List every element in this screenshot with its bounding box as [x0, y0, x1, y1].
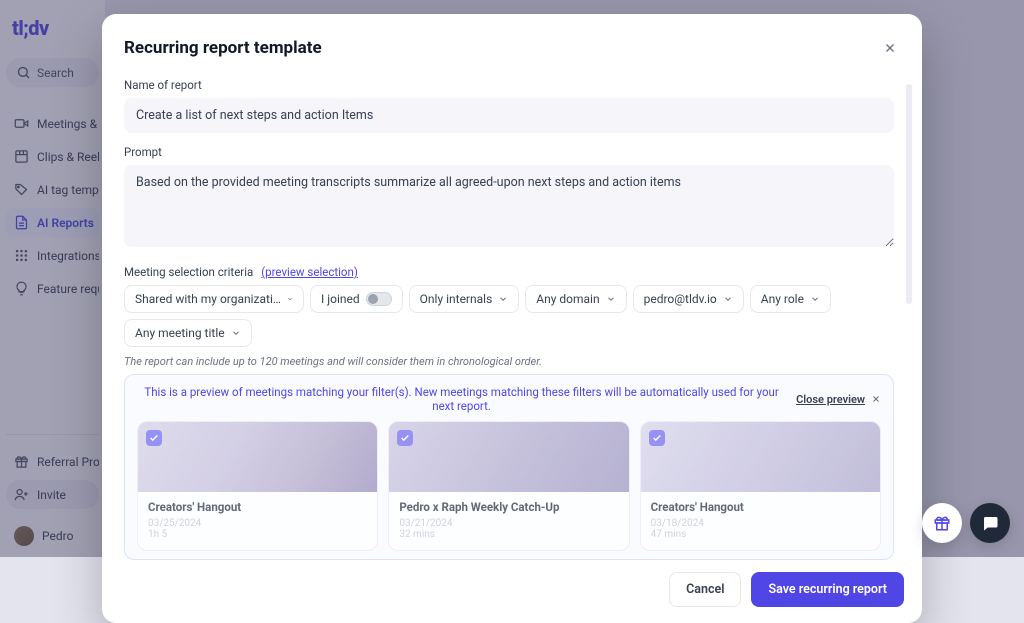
chip-label: pedro@tldv.io [644, 292, 717, 306]
prompt-label: Prompt [124, 145, 894, 159]
banner-text: This is a preview of meetings matching y… [137, 385, 786, 413]
criteria-role[interactable]: Any role [750, 285, 831, 313]
gift-icon [933, 514, 951, 532]
chip-label: Only internals [420, 292, 493, 306]
criteria-sharing[interactable]: Shared with my organizati… [124, 285, 304, 313]
meeting-duration: 32 mins [399, 529, 618, 540]
chevron-down-icon [287, 294, 293, 304]
chevron-down-icon [498, 294, 508, 304]
meeting-thumbnail [138, 422, 377, 492]
chat-fab[interactable] [970, 503, 1010, 543]
meeting-duration: 1h 5 [148, 529, 367, 540]
criteria-helper: The report can include up to 120 meeting… [124, 355, 894, 368]
meeting-card[interactable]: Pedro x Raph Weekly Catch-Up 03/21/2024 … [388, 421, 629, 551]
chip-label: Any domain [536, 292, 599, 306]
criteria-email[interactable]: pedro@tldv.io [633, 285, 744, 313]
chip-label: Any meeting title [135, 326, 225, 340]
criteria-internal[interactable]: Only internals [409, 285, 520, 313]
selected-check[interactable] [397, 430, 413, 446]
meeting-thumbnail [641, 422, 880, 492]
joined-toggle[interactable] [366, 292, 392, 306]
preview-banner: This is a preview of meetings matching y… [124, 374, 894, 560]
referral-fab[interactable] [922, 503, 962, 543]
modal-overlay: Recurring report template Name of report… [0, 0, 1024, 557]
criteria-row: Shared with my organizati… I joined Only… [124, 285, 894, 347]
chip-label: I joined [321, 292, 360, 306]
meeting-title: Creators' Hangout [148, 500, 367, 514]
criteria-domain[interactable]: Any domain [525, 285, 626, 313]
check-icon [652, 433, 662, 443]
chevron-down-icon [606, 294, 616, 304]
report-name-input[interactable] [124, 98, 894, 133]
cancel-button[interactable]: Cancel [669, 572, 741, 607]
close-icon [883, 41, 897, 55]
name-label: Name of report [124, 78, 894, 92]
meeting-date: 03/25/2024 [148, 518, 367, 529]
chevron-down-icon [231, 328, 241, 338]
preview-selection-link[interactable]: (preview selection) [261, 265, 358, 279]
meeting-title: Creators' Hangout [651, 500, 870, 514]
prompt-textarea[interactable] [124, 165, 894, 247]
scrollbar[interactable] [906, 84, 912, 304]
criteria-joined[interactable]: I joined [310, 285, 403, 313]
meeting-date: 03/18/2024 [651, 518, 870, 529]
criteria-title[interactable]: Any meeting title [124, 319, 252, 347]
meeting-title: Pedro x Raph Weekly Catch-Up [399, 500, 618, 514]
close-icon [871, 394, 881, 404]
report-template-modal: Recurring report template Name of report… [102, 14, 922, 623]
modal-title: Recurring report template [124, 38, 322, 58]
check-icon [149, 433, 159, 443]
chevron-down-icon [723, 294, 733, 304]
check-icon [400, 433, 410, 443]
chip-label: Shared with my organizati… [135, 292, 281, 306]
chat-icon [981, 514, 999, 532]
chevron-down-icon [810, 294, 820, 304]
meeting-duration: 47 mins [651, 529, 870, 540]
criteria-label: Meeting selection criteria [124, 265, 253, 279]
chip-label: Any role [761, 292, 804, 306]
meeting-card[interactable]: Creators' Hangout 03/18/2024 47 mins [640, 421, 881, 551]
meeting-card[interactable]: Creators' Hangout 03/25/2024 1h 5 [137, 421, 378, 551]
selected-check[interactable] [146, 430, 162, 446]
save-button[interactable]: Save recurring report [751, 572, 904, 607]
meeting-thumbnail [389, 422, 628, 492]
meeting-date: 03/21/2024 [399, 518, 618, 529]
modal-close-button[interactable] [876, 34, 904, 62]
close-preview-link[interactable]: Close preview [796, 393, 865, 406]
selected-check[interactable] [649, 430, 665, 446]
